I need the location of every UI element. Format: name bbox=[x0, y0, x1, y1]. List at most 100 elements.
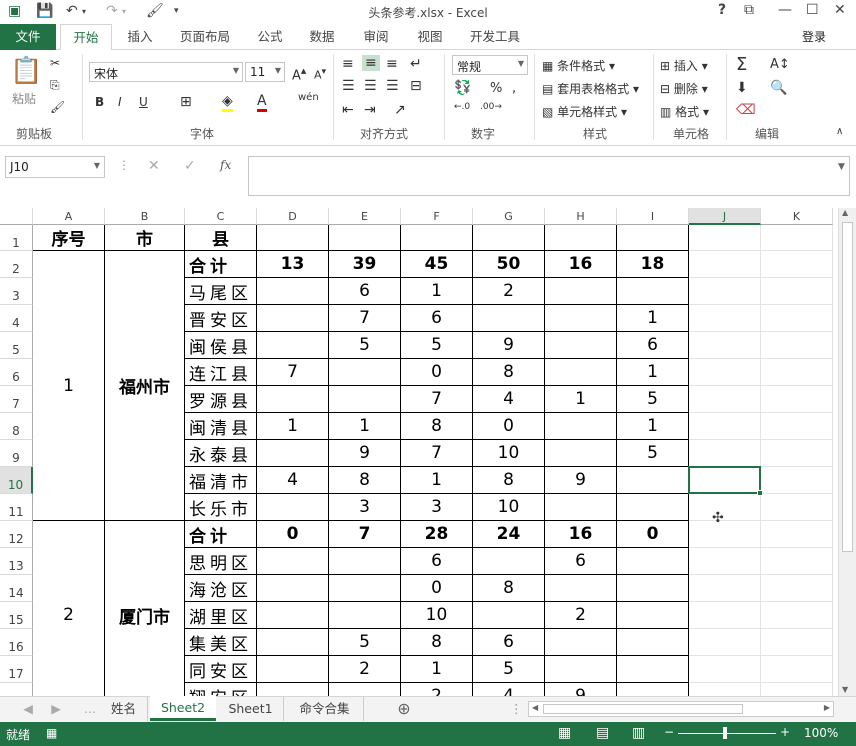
cell[interactable] bbox=[761, 305, 833, 332]
cut-icon[interactable]: ✂ bbox=[50, 56, 60, 70]
accounting-icon[interactable]: 💱 bbox=[454, 80, 471, 96]
total-label[interactable]: 合计 bbox=[185, 251, 257, 278]
vertical-scroll-thumb[interactable] bbox=[842, 222, 853, 552]
cell[interactable] bbox=[761, 386, 833, 413]
value-cell[interactable]: 8 bbox=[401, 629, 473, 656]
value-cell[interactable]: 1 bbox=[329, 413, 401, 440]
autosum-icon[interactable]: Σ bbox=[736, 54, 747, 75]
copy-icon[interactable]: ⎘ bbox=[50, 78, 60, 93]
header-city[interactable]: 市 bbox=[105, 225, 185, 251]
row-header[interactable]: 11 bbox=[0, 494, 33, 521]
maximize-button[interactable]: ☐ bbox=[806, 2, 819, 18]
value-cell[interactable] bbox=[257, 548, 329, 575]
delete-cells-button[interactable]: ⊟ 删除 ▾ bbox=[660, 80, 708, 97]
sheet-tab-sheet1[interactable]: Sheet1 bbox=[218, 697, 284, 721]
insert-function-icon[interactable]: fx bbox=[220, 158, 231, 172]
cell[interactable] bbox=[689, 413, 761, 440]
total-cell[interactable]: 16 bbox=[545, 521, 617, 548]
cell[interactable] bbox=[329, 225, 401, 251]
value-cell[interactable] bbox=[257, 683, 329, 696]
cancel-entry-icon[interactable]: ✕ bbox=[148, 158, 160, 174]
total-cell[interactable]: 18 bbox=[617, 251, 689, 278]
value-cell[interactable]: 5 bbox=[617, 386, 689, 413]
number-format-select[interactable]: 常规 ▼ bbox=[452, 55, 528, 75]
merge-center-icon[interactable]: ⊟ bbox=[410, 78, 422, 94]
district-cell[interactable]: 湖里区 bbox=[185, 602, 257, 629]
value-cell[interactable]: 9 bbox=[545, 467, 617, 494]
cell[interactable] bbox=[689, 332, 761, 359]
column-header[interactable]: I bbox=[617, 208, 689, 225]
sort-filter-icon[interactable]: A↕ bbox=[770, 57, 790, 72]
value-cell[interactable] bbox=[545, 359, 617, 386]
align-left-icon[interactable]: ☰ bbox=[342, 78, 355, 94]
value-cell[interactable]: 9 bbox=[329, 440, 401, 467]
value-cell[interactable] bbox=[617, 575, 689, 602]
value-cell[interactable] bbox=[617, 467, 689, 494]
macro-record-icon[interactable]: ▦ bbox=[46, 726, 57, 740]
cell[interactable] bbox=[761, 521, 833, 548]
cell[interactable] bbox=[761, 629, 833, 656]
zoom-level[interactable]: 100% bbox=[804, 726, 838, 740]
sheet-tab-xingming[interactable]: 姓名 bbox=[100, 697, 148, 721]
cell[interactable] bbox=[761, 467, 833, 494]
scroll-left-icon[interactable]: ◀ bbox=[532, 703, 538, 712]
value-cell[interactable] bbox=[617, 278, 689, 305]
collapse-ribbon-icon[interactable]: ∧ bbox=[836, 126, 843, 137]
increase-decimal-icon[interactable]: ←.0 bbox=[454, 102, 470, 112]
add-sheet-icon[interactable]: ⊕ bbox=[394, 697, 414, 721]
value-cell[interactable]: 5 bbox=[329, 629, 401, 656]
row-header[interactable]: 12 bbox=[0, 521, 33, 548]
value-cell[interactable] bbox=[617, 629, 689, 656]
district-cell[interactable]: 罗源县 bbox=[185, 386, 257, 413]
underline-icon[interactable]: U bbox=[139, 95, 148, 109]
scroll-right-icon[interactable]: ▶ bbox=[824, 703, 830, 712]
value-cell[interactable]: 9 bbox=[545, 683, 617, 696]
cell[interactable] bbox=[689, 494, 761, 521]
cell[interactable] bbox=[617, 225, 689, 251]
seq-cell[interactable]: 1 bbox=[33, 251, 105, 521]
align-bottom-icon[interactable]: ≡ bbox=[386, 56, 398, 72]
cell[interactable] bbox=[689, 305, 761, 332]
value-cell[interactable] bbox=[545, 278, 617, 305]
value-cell[interactable]: 8 bbox=[473, 359, 545, 386]
page-layout-view-icon[interactable]: ▤ bbox=[596, 725, 609, 741]
value-cell[interactable] bbox=[617, 602, 689, 629]
value-cell[interactable]: 5 bbox=[401, 332, 473, 359]
value-cell[interactable]: 1 bbox=[545, 386, 617, 413]
value-cell[interactable] bbox=[329, 683, 401, 696]
cell[interactable] bbox=[689, 225, 761, 251]
wrap-text-icon[interactable]: ↵ bbox=[410, 56, 422, 72]
cell[interactable] bbox=[761, 494, 833, 521]
comma-icon[interactable]: , bbox=[512, 81, 516, 96]
tab-split-icon[interactable]: ⋮ bbox=[510, 697, 523, 721]
login-link[interactable]: 登录 bbox=[802, 28, 826, 45]
row-header[interactable]: 9 bbox=[0, 440, 33, 467]
value-cell[interactable]: 9 bbox=[473, 332, 545, 359]
value-cell[interactable]: 1 bbox=[257, 413, 329, 440]
name-box[interactable]: J10 ▼ bbox=[5, 156, 105, 178]
value-cell[interactable] bbox=[545, 413, 617, 440]
select-all-corner[interactable] bbox=[0, 208, 33, 225]
zoom-slider[interactable] bbox=[678, 733, 776, 734]
confirm-entry-icon[interactable]: ✓ bbox=[184, 158, 196, 174]
cell[interactable] bbox=[689, 629, 761, 656]
formula-input[interactable] bbox=[248, 156, 850, 196]
format-cells-button[interactable]: ▥ 格式 ▾ bbox=[660, 103, 709, 120]
cell[interactable] bbox=[401, 225, 473, 251]
cell[interactable] bbox=[689, 440, 761, 467]
cell[interactable] bbox=[761, 251, 833, 278]
value-cell[interactable] bbox=[257, 494, 329, 521]
column-header[interactable]: E bbox=[329, 208, 401, 225]
row-header[interactable]: 13 bbox=[0, 548, 33, 575]
value-cell[interactable]: 4 bbox=[473, 386, 545, 413]
value-cell[interactable]: 1 bbox=[401, 656, 473, 683]
value-cell[interactable]: 5 bbox=[473, 656, 545, 683]
value-cell[interactable]: 7 bbox=[401, 440, 473, 467]
decrease-decimal-icon[interactable]: .00→ bbox=[480, 102, 502, 112]
cell[interactable] bbox=[761, 683, 833, 696]
total-cell[interactable]: 50 bbox=[473, 251, 545, 278]
value-cell[interactable]: 2 bbox=[401, 683, 473, 696]
value-cell[interactable] bbox=[257, 278, 329, 305]
border-icon[interactable]: ⊞ bbox=[180, 94, 192, 110]
find-select-icon[interactable]: 🔍 bbox=[770, 80, 787, 96]
